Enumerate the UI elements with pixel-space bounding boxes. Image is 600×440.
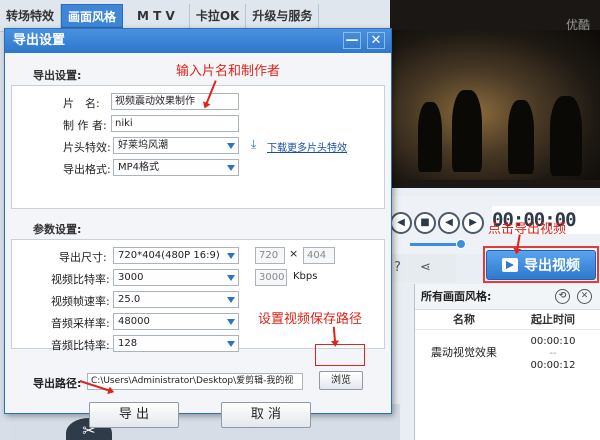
chevron-down-icon xyxy=(227,319,235,325)
intro-effect-value: 好莱坞风潮 xyxy=(118,140,168,151)
author-field[interactable]: niki xyxy=(111,115,239,132)
audio-bitrate-value: 128 xyxy=(118,338,138,349)
chevron-down-icon xyxy=(227,253,235,259)
param-section-title: 参数设置: xyxy=(33,223,82,236)
frame-rate-label: 视频帧速率: xyxy=(51,295,110,308)
audio-sample-rate-value: 48000 xyxy=(118,316,150,327)
video-bitrate-value: 3000 xyxy=(118,272,144,283)
share-icon[interactable]: ⋖ xyxy=(420,260,431,275)
close-circle-icon[interactable]: ✕ xyxy=(577,289,592,304)
kbps-unit: Kbps xyxy=(293,271,318,282)
frame-rate-select[interactable]: 25.0 xyxy=(113,291,239,308)
effect-end-time: 00:00:12 xyxy=(530,360,576,371)
video-watermark: 优酷 xyxy=(565,18,590,32)
help-icon[interactable]: ? xyxy=(394,260,401,275)
path-field[interactable]: C:\Users\Administrator\Desktop\爱剪辑-我的视 xyxy=(87,373,303,390)
effects-panel-title: 所有画面风格: xyxy=(421,290,492,303)
intro-effect-label: 片头特效: xyxy=(63,141,111,154)
tab-upgrade-service[interactable]: 升级与服务 xyxy=(246,3,320,28)
export-hint-note: 点击导出视频 xyxy=(488,222,567,237)
browse-button[interactable]: 浏览 xyxy=(319,371,363,390)
prev-frame-button[interactable]: ◀ xyxy=(390,212,412,234)
chevron-down-icon xyxy=(227,341,235,347)
download-icon: ⤓ xyxy=(251,137,257,151)
height-field[interactable]: 404 xyxy=(303,247,335,264)
volume-slider-handle[interactable] xyxy=(456,239,466,249)
export-button[interactable]: 导 出 xyxy=(89,402,179,428)
title-field[interactable]: 视频震动效果制作 xyxy=(111,93,239,110)
close-button[interactable]: ✕ xyxy=(367,32,385,49)
chevron-down-icon xyxy=(227,297,235,303)
minimize-button[interactable]: — xyxy=(343,32,361,49)
size-label: 导出尺寸: xyxy=(59,251,107,264)
times-sign: × xyxy=(289,247,299,260)
path-label: 导出路径: xyxy=(33,377,82,390)
video-bitrate-custom-field[interactable]: 3000 xyxy=(255,269,287,286)
effects-panel-header: 所有画面风格: ⟲ ✕ xyxy=(415,284,600,310)
chevron-down-icon xyxy=(227,143,235,149)
play-button[interactable]: ▶ xyxy=(462,212,484,234)
volume-slider-track[interactable] xyxy=(410,243,460,246)
frame-rate-value: 25.0 xyxy=(118,294,141,305)
video-frame xyxy=(390,30,600,180)
size-select[interactable]: 720*404(480P 16:9) xyxy=(113,247,239,264)
audio-bitrate-label: 音频比特率: xyxy=(51,339,110,352)
step-back-button[interactable]: ◀ xyxy=(438,212,460,234)
video-bitrate-select[interactable]: 3000 xyxy=(113,269,239,286)
audio-bitrate-select[interactable]: 128 xyxy=(113,335,239,352)
intro-effect-select[interactable]: 好莱坞风潮 xyxy=(113,137,239,154)
format-select[interactable]: MP4格式 xyxy=(113,159,239,176)
effect-name: 震动视觉效果 xyxy=(431,346,497,359)
video-preview: 优酷 xyxy=(390,0,600,188)
tab-transitions[interactable]: 转场特效 xyxy=(0,3,62,28)
back-icon[interactable]: ⟲ xyxy=(555,289,570,304)
chevron-down-icon xyxy=(227,165,235,171)
format-label: 导出格式: xyxy=(63,163,111,176)
export-button-highlight xyxy=(483,246,599,283)
effects-row[interactable]: 震动视觉效果 00:00:10 -- 00:00:12 xyxy=(415,330,600,372)
chevron-down-icon xyxy=(227,275,235,281)
preview-toolbar: ? ⋖ xyxy=(390,254,456,282)
size-value: 720*404(480P 16:9) xyxy=(118,250,220,261)
effects-table-header: 名称 起止时间 xyxy=(415,310,600,330)
col-name: 名称 xyxy=(453,313,475,326)
name-label: 片 名: xyxy=(63,97,100,110)
width-field[interactable]: 720 xyxy=(255,247,285,264)
stop-button[interactable]: ■ xyxy=(414,212,436,234)
audio-sample-rate-select[interactable]: 48000 xyxy=(113,313,239,330)
effect-start-time: 00:00:10 xyxy=(530,336,576,347)
cancel-button[interactable]: 取 消 xyxy=(221,402,311,428)
path-hint-note: 设置视频保存路径 xyxy=(258,312,363,327)
audio-sample-rate-label: 音频采样率: xyxy=(51,317,110,330)
author-label: 制 作 者: xyxy=(63,119,107,132)
dialog-title: 导出设置 xyxy=(13,33,66,48)
browse-highlight xyxy=(315,344,365,366)
tab-picture-style[interactable]: 画面风格 xyxy=(61,3,124,28)
download-more-intros-link[interactable]: 下载更多片头特效 xyxy=(267,139,347,154)
effects-panel: 所有画面风格: ⟲ ✕ 名称 起止时间 震动视觉效果 00:00:10 -- 0… xyxy=(414,284,600,440)
tab-karaoke[interactable]: 卡拉OK xyxy=(190,3,247,28)
format-value: MP4格式 xyxy=(118,162,160,173)
export-section-title: 导出设置: xyxy=(33,69,82,82)
video-bitrate-label: 视频比特率: xyxy=(51,273,110,286)
tab-mtv[interactable]: M T V xyxy=(123,3,190,28)
col-time: 起止时间 xyxy=(531,313,575,326)
dialog-titlebar: 导出设置 — ✕ xyxy=(5,29,391,53)
name-hint-note: 输入片名和制作者 xyxy=(176,64,281,79)
